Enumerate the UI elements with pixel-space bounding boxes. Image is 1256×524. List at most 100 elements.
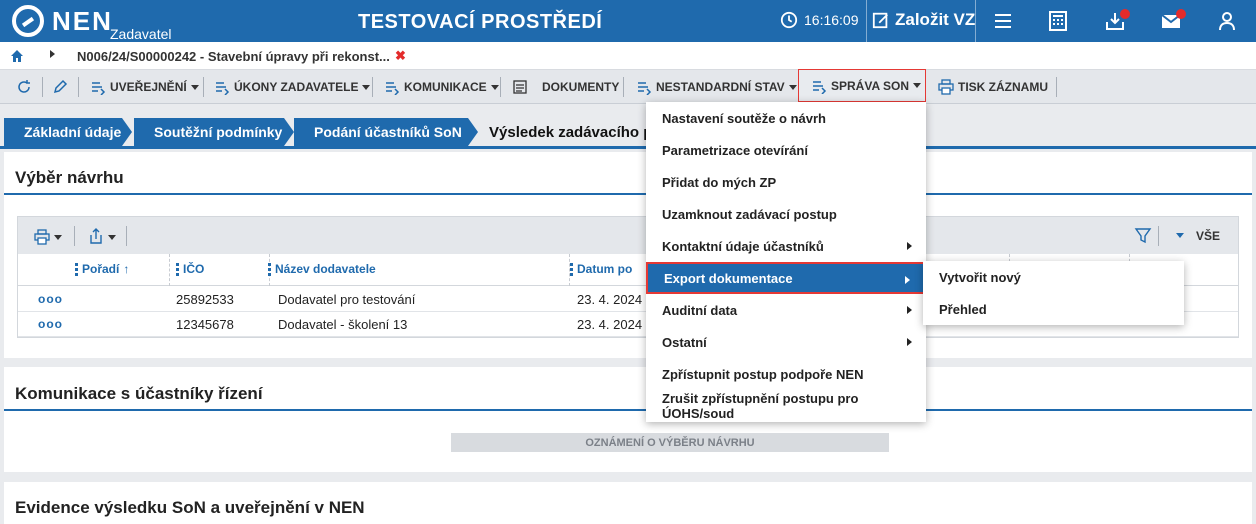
section-underline <box>4 409 1252 411</box>
calculator-icon[interactable] <box>1047 10 1069 32</box>
publish-dropdown[interactable]: UVEŘEJNĚNÍ <box>90 70 199 104</box>
documents-label: DOKUMENTY <box>542 80 620 94</box>
top-bar: NEN Zadavatel TESTOVACÍ PROSTŘEDÍ 16:16:… <box>0 0 1256 42</box>
tab-result[interactable]: Výsledek zadávacího po <box>489 118 662 146</box>
section-underline <box>4 193 1252 195</box>
menu-item-opening-parameters[interactable]: Parametrizace otevírání <box>646 134 926 166</box>
tab-basic-info[interactable]: Základní údaje <box>4 118 132 146</box>
caret-down-icon <box>190 84 199 90</box>
manage-son-label: SPRÁVA SON <box>831 78 910 93</box>
menu-item-label: Kontaktní údaje účastníků <box>662 238 824 254</box>
divider <box>1056 77 1057 97</box>
divider <box>975 0 976 42</box>
filter-all-label[interactable]: VŠE <box>1196 229 1220 243</box>
contracting-actions-label: ÚKONY ZADAVATELE <box>234 80 359 94</box>
menu-item-label: Nastavení soutěže o návrh <box>662 110 826 126</box>
hamburger-menu-icon[interactable] <box>992 10 1014 32</box>
tab-submissions-label: Podání účastníků SoN <box>314 124 462 140</box>
tab-underline <box>0 146 1256 149</box>
nonstandard-state-dropdown[interactable]: NESTANDARDNÍ STAV <box>636 70 797 104</box>
divider <box>203 77 204 97</box>
breadcrumb-procedure[interactable]: N006/24/S00000242 - Stavební úpravy při … <box>77 49 390 64</box>
edit-button[interactable] <box>52 70 68 104</box>
selection-notice-button[interactable]: OZNÁMENÍ O VÝBĚRU NÁVRHU <box>451 433 889 452</box>
column-ico[interactable]: IČO <box>176 262 204 276</box>
list-icon <box>92 82 106 95</box>
manage-son-dropdown[interactable]: SPRÁVA SON <box>798 69 926 102</box>
column-menu-icon[interactable] <box>75 262 78 276</box>
menu-item-competition-settings[interactable]: Nastavení soutěže o návrh <box>646 102 926 134</box>
cell-date: 23. 4. 2024 <box>577 317 643 332</box>
column-order-label: Pořadí <box>82 262 120 276</box>
brand-subtitle: Zadavatel <box>110 26 172 42</box>
print-record-button[interactable]: TISK ZÁZNAMU <box>938 70 1048 104</box>
divider <box>74 226 75 246</box>
tab-submissions[interactable]: Podání účastníků SoN <box>294 118 478 146</box>
printer-icon[interactable] <box>34 229 50 245</box>
communication-label: KOMUNIKACE <box>404 80 487 94</box>
row-actions-icon[interactable]: ooo <box>38 292 63 306</box>
divider <box>78 77 79 97</box>
documents-button[interactable]: DOKUMENTY <box>512 70 619 104</box>
column-order[interactable]: Pořadí ↑ <box>75 262 129 276</box>
menu-item-other[interactable]: Ostatní <box>646 326 926 358</box>
row-actions-icon[interactable]: ooo <box>38 317 63 331</box>
caret-down-icon[interactable] <box>108 235 116 240</box>
clock-icon <box>780 11 798 29</box>
tab-bar: Základní údaje Soutěžní podmínky Podání … <box>0 118 1256 146</box>
caret-down-icon <box>913 83 922 88</box>
column-divider <box>169 254 170 286</box>
submenu-item-create-new[interactable]: Vytvořit nový <box>923 261 1184 293</box>
clock-time: 16:16:09 <box>804 12 859 28</box>
menu-item-revoke-uohs-access[interactable]: Zrušit zpřístupnění postupu pro ÚOHS/sou… <box>646 390 926 422</box>
communication-dropdown[interactable]: KOMUNIKACE <box>384 70 499 104</box>
column-menu-icon[interactable] <box>176 262 179 276</box>
notification-dot <box>1176 9 1186 19</box>
sort-up-icon: ↑ <box>123 262 130 276</box>
communication-panel: Komunikace s účastníky řízení <box>4 367 1252 472</box>
column-supplier-name-label: Název dodavatele <box>275 262 376 276</box>
tab-competition-conditions[interactable]: Soutěžní podmínky <box>134 118 294 146</box>
refresh-button[interactable] <box>16 70 32 104</box>
home-icon[interactable] <box>10 49 24 63</box>
create-contract-button[interactable]: Založit VZ <box>872 10 975 30</box>
column-supplier-name[interactable]: Název dodavatele <box>268 262 376 276</box>
caret-down-icon[interactable] <box>1176 233 1184 238</box>
column-date-label: Datum po <box>577 262 633 276</box>
submenu-item-overview[interactable]: Přehled <box>923 293 1184 325</box>
chevron-right-icon <box>50 50 55 58</box>
tab-competition-conditions-label: Soutěžní podmínky <box>154 124 283 140</box>
menu-item-audit-data[interactable]: Auditní data <box>646 294 926 326</box>
caret-down-icon <box>490 84 499 90</box>
user-icon[interactable] <box>1216 10 1238 32</box>
printer-icon <box>938 79 954 95</box>
list-icon <box>216 82 230 95</box>
section-title: Výběr návrhu <box>15 168 124 187</box>
close-icon[interactable]: ✖ <box>395 48 406 64</box>
list-icon <box>638 82 652 95</box>
menu-item-share-with-support[interactable]: Zpřístupnit postup podpoře NEN <box>646 358 926 390</box>
caret-down-icon[interactable] <box>54 235 62 240</box>
export-documentation-submenu: Vytvořit nový Přehled <box>923 261 1184 325</box>
breadcrumb: N006/24/S00000242 - Stavební úpravy při … <box>0 42 1256 70</box>
column-date[interactable]: Datum po <box>570 262 632 276</box>
column-menu-icon[interactable] <box>570 262 573 276</box>
menu-item-lock-procedure[interactable]: Uzamknout zadávací postup <box>646 198 926 230</box>
column-menu-icon[interactable] <box>268 262 271 276</box>
manage-son-menu: Nastavení soutěže o návrh Parametrizace … <box>646 102 926 422</box>
section-title: Komunikace s účastníky řízení <box>15 384 263 403</box>
menu-item-participant-contacts[interactable]: Kontaktní údaje účastníků <box>646 230 926 262</box>
menu-item-export-documentation[interactable]: Export dokumentace <box>646 262 926 294</box>
export-icon[interactable] <box>88 228 104 244</box>
filter-icon[interactable] <box>1134 227 1152 245</box>
list-icon <box>386 82 400 95</box>
divider <box>1158 226 1159 246</box>
menu-item-add-to-my-procedures[interactable]: Přidat do mých ZP <box>646 166 926 198</box>
nen-logo-icon[interactable] <box>12 5 44 37</box>
contracting-actions-dropdown[interactable]: ÚKONY ZADAVATELE <box>214 70 371 104</box>
print-record-label: TISK ZÁZNAMU <box>958 80 1048 94</box>
publish-label: UVEŘEJNĚNÍ <box>110 80 187 94</box>
tab-basic-info-label: Základní údaje <box>24 124 122 140</box>
cell-supplier-name: Dodavatel - školení 13 <box>278 317 408 332</box>
environment-label: TESTOVACÍ PROSTŘEDÍ <box>358 11 603 33</box>
